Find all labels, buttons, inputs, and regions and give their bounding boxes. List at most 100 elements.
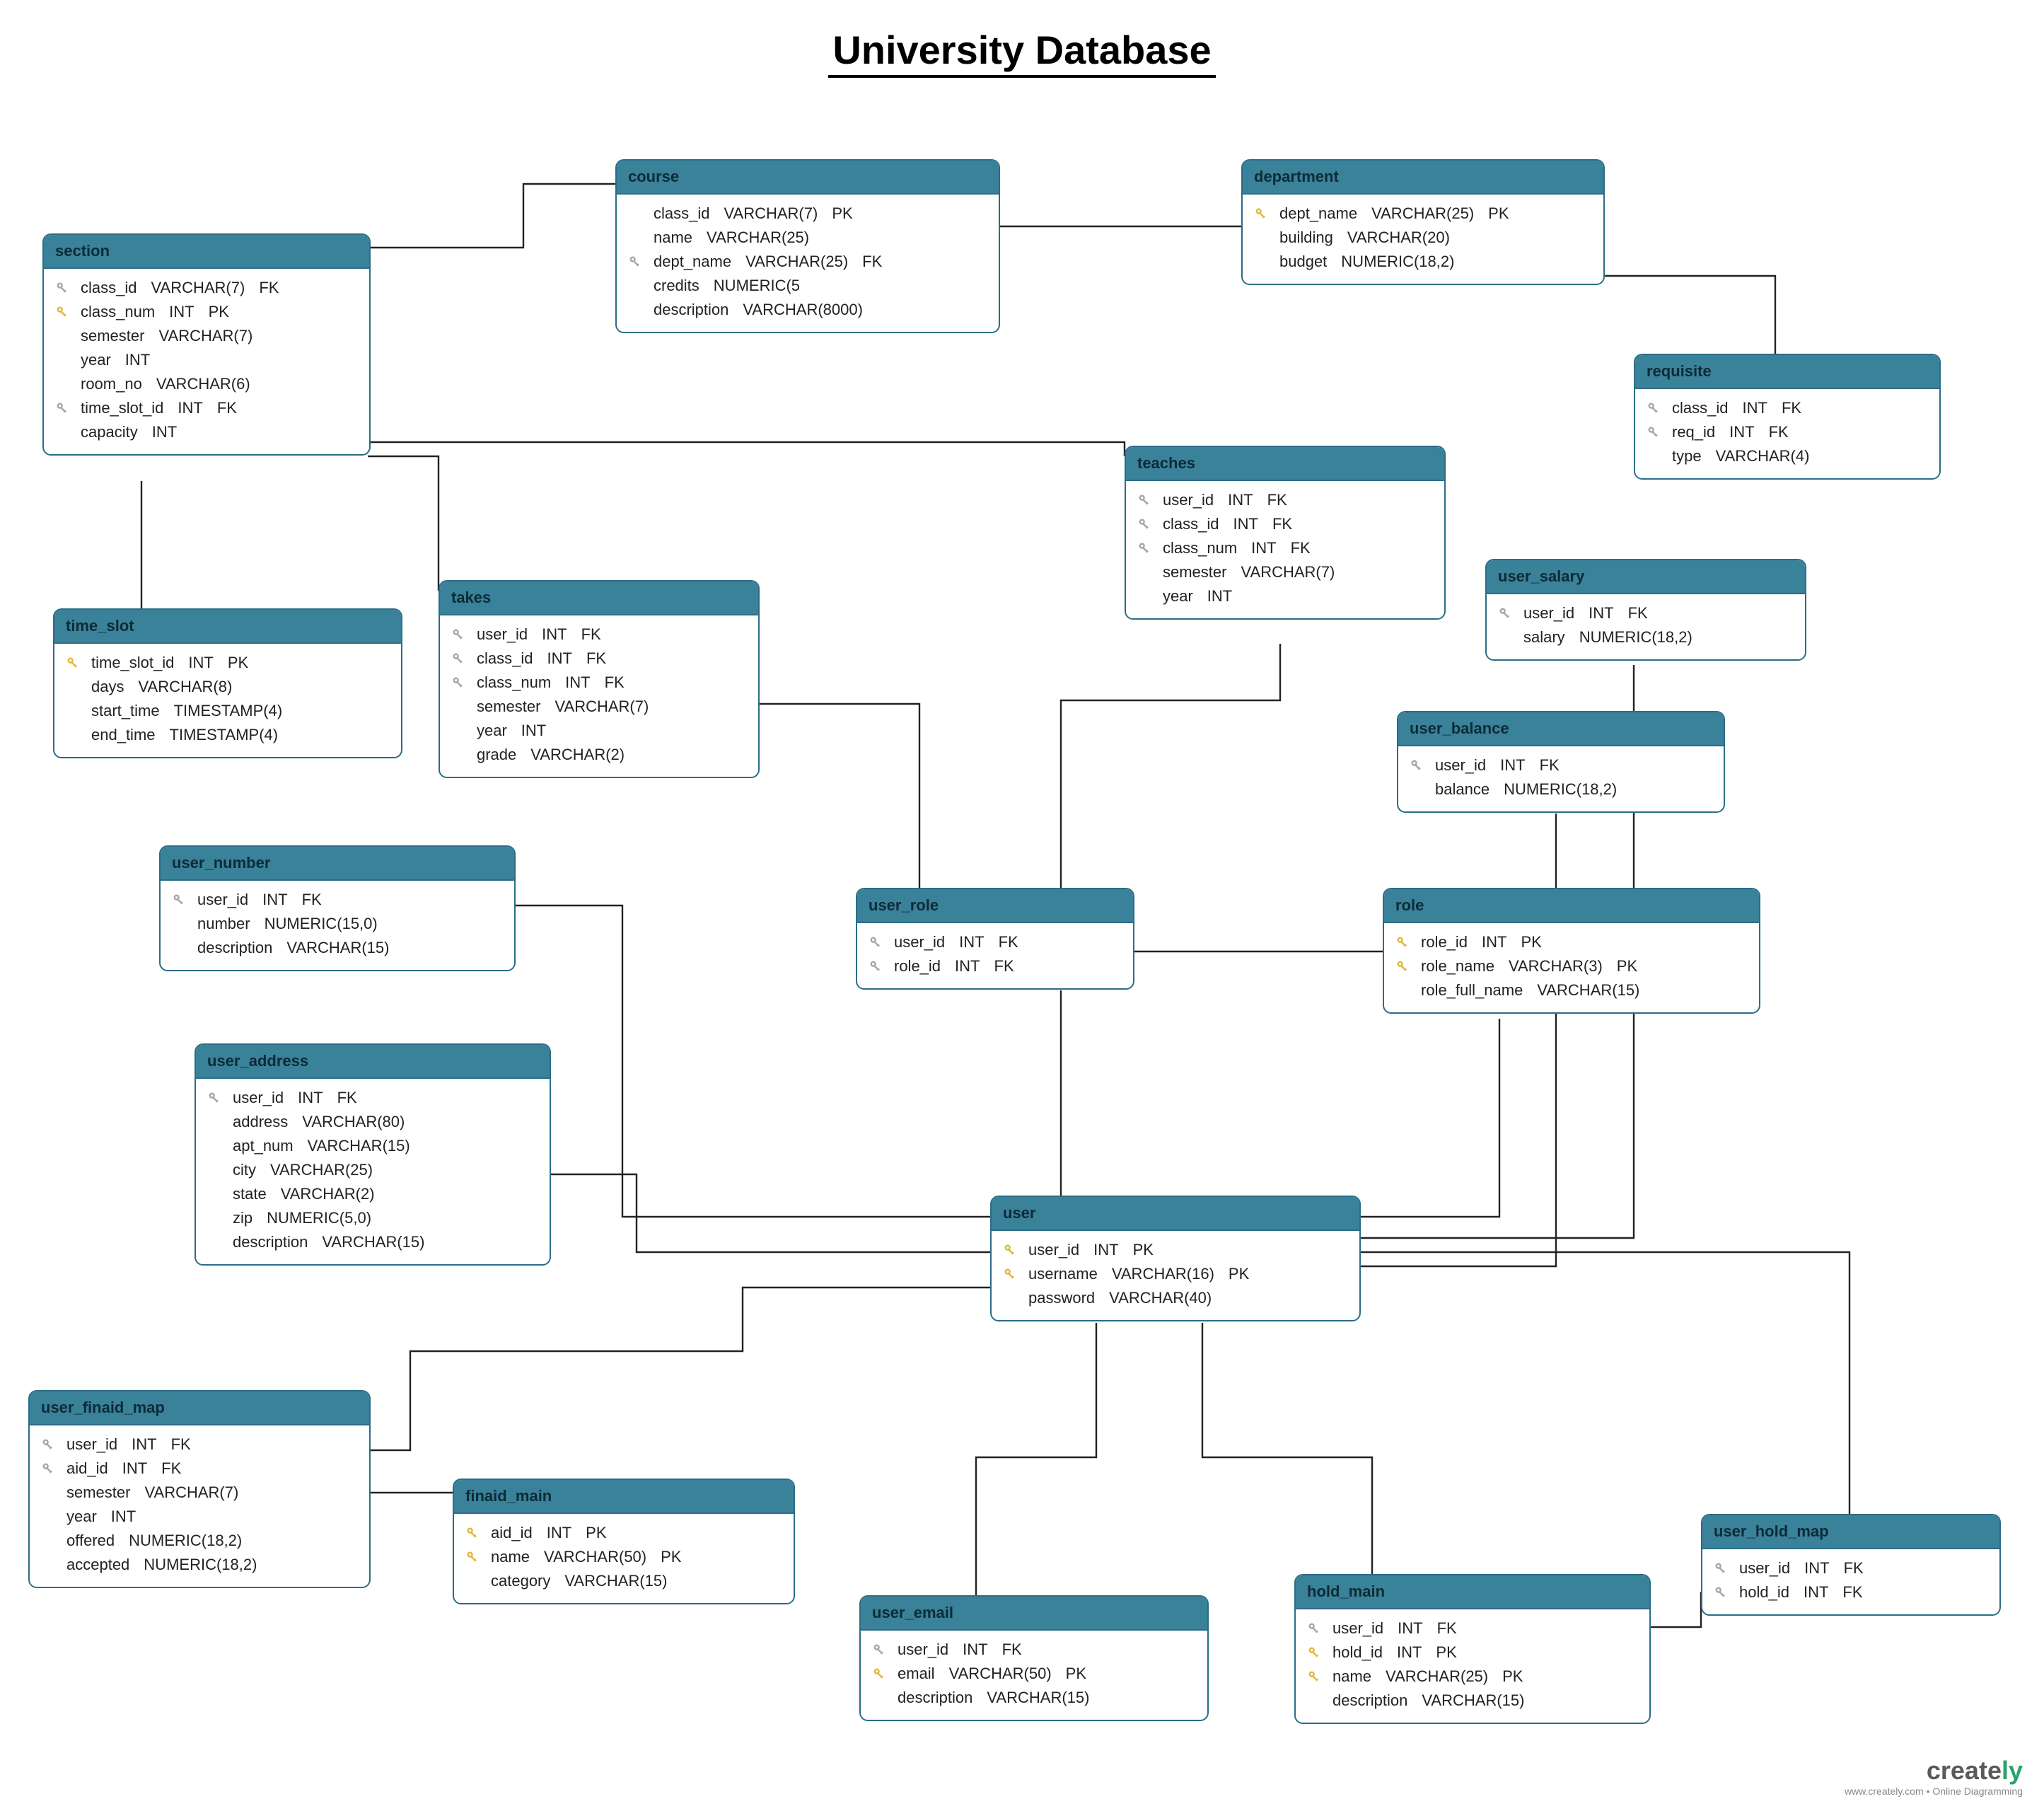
entity-user_salary[interactable]: user_salaryuser_idINTFKsalaryNUMERIC(18,… [1485, 559, 1806, 661]
entity-body: user_idINTFKhold_idINTPKnameVARCHAR(25)P… [1296, 1609, 1649, 1723]
entity-header[interactable]: course [617, 161, 999, 195]
column-name: user_id [233, 1089, 284, 1107]
column-type: VARCHAR(20) [1347, 228, 1450, 247]
entity-header[interactable]: user_number [161, 847, 514, 881]
column-row: zipNUMERIC(5,0) [206, 1206, 540, 1230]
column-type: INT [1233, 515, 1258, 533]
foreign-key-icon [54, 401, 71, 415]
column-row: emailVARCHAR(50)PK [871, 1662, 1197, 1686]
entity-header[interactable]: user_email [861, 1597, 1207, 1631]
column-type: INT [1729, 423, 1754, 441]
entity-finaid_main[interactable]: finaid_mainaid_idINTPKnameVARCHAR(50)PKc… [453, 1479, 795, 1604]
entity-header[interactable]: user_role [857, 889, 1133, 923]
key-icon [465, 1526, 480, 1540]
key-icon [451, 676, 465, 690]
column-type: INT [521, 722, 546, 740]
column-row: time_slot_idINTPK [64, 651, 391, 675]
column-name: building [1279, 228, 1333, 247]
column-name: apt_num [233, 1137, 294, 1155]
entity-header[interactable]: user_finaid_map [30, 1391, 369, 1425]
entity-time_slot[interactable]: time_slottime_slot_idINTPKdaysVARCHAR(8)… [53, 608, 402, 758]
column-name: days [91, 678, 124, 696]
column-name: state [233, 1185, 267, 1203]
foreign-key-icon [867, 959, 884, 973]
entity-header[interactable]: user_hold_map [1702, 1515, 1999, 1549]
column-row: budgetNUMERIC(18,2) [1253, 250, 1593, 274]
column-row: class_idINTFK [450, 647, 748, 671]
key-icon [1714, 1585, 1728, 1599]
entity-header[interactable]: user_salary [1487, 560, 1805, 594]
entity-teaches[interactable]: teachesuser_idINTFKclass_idINTFKclass_nu… [1125, 446, 1446, 620]
connection-line [548, 1174, 990, 1252]
column-type: INT [111, 1508, 136, 1526]
entity-user[interactable]: useruser_idINTPKusernameVARCHAR(16)PKpas… [990, 1196, 1361, 1321]
entity-hold_main[interactable]: hold_mainuser_idINTFKhold_idINTPKnameVAR… [1294, 1574, 1651, 1724]
column-type: VARCHAR(50) [544, 1548, 646, 1566]
entity-header[interactable]: section [44, 235, 369, 269]
connection-line [1602, 276, 1775, 354]
entity-user_email[interactable]: user_emailuser_idINTFKemailVARCHAR(50)PK… [859, 1595, 1209, 1721]
column-type: VARCHAR(7) [144, 1483, 238, 1502]
entity-department[interactable]: department dept_nameVARCHAR(25)PK building… [1241, 159, 1605, 285]
primary-key-icon [54, 305, 71, 319]
column-type: INT [125, 351, 150, 369]
entity-header[interactable]: user_balance [1398, 712, 1724, 746]
column-name: semester [66, 1483, 130, 1502]
column-row: salaryNUMERIC(18,2) [1497, 625, 1795, 649]
entity-section[interactable]: sectionclass_idVARCHAR(7)FKclass_numINTP… [42, 233, 371, 456]
column-flag: FK [1769, 423, 1789, 441]
column-flag: FK [1782, 399, 1801, 417]
entity-header[interactable]: requisite [1635, 355, 1939, 389]
entity-header[interactable]: teaches [1126, 447, 1444, 481]
column-type: INT [542, 625, 567, 644]
entity-user_finaid_map[interactable]: user_finaid_mapuser_idINTFKaid_idINTFKse… [28, 1390, 371, 1588]
entity-role[interactable]: rolerole_idINTPKrole_nameVARCHAR(3)PKrol… [1383, 888, 1760, 1014]
column-flag: FK [259, 279, 279, 297]
key-icon [451, 627, 465, 642]
foreign-key-icon [40, 1462, 57, 1476]
entity-header[interactable]: role [1384, 889, 1759, 923]
entity-header[interactable]: department [1243, 161, 1603, 195]
column-row: user_idINTFK [40, 1433, 359, 1457]
entity-header[interactable]: hold_main [1296, 1575, 1649, 1609]
entity-body: role_idINTPKrole_nameVARCHAR(3)PKrole_fu… [1384, 923, 1759, 1012]
column-name: class_id [1163, 515, 1219, 533]
entity-takes[interactable]: takesuser_idINTFKclass_idINTFKclass_numI… [439, 580, 760, 778]
connection-line [1202, 1323, 1372, 1574]
entity-header[interactable]: user [992, 1197, 1359, 1231]
column-row: user_idINTFK [867, 930, 1123, 954]
entity-header[interactable]: user_address [196, 1045, 550, 1079]
column-row: user_idINTFK [170, 888, 504, 912]
entity-user_role[interactable]: user_roleuser_idINTFKrole_idINTFK [856, 888, 1134, 990]
column-row: typeVARCHAR(4) [1645, 444, 1929, 468]
column-type: VARCHAR(6) [156, 375, 250, 393]
foreign-key-icon [40, 1437, 57, 1452]
entity-header[interactable]: time_slot [54, 610, 401, 644]
column-type: INT [565, 673, 590, 692]
column-type: INT [1093, 1241, 1118, 1259]
column-flag: FK [1291, 539, 1311, 557]
key-icon [41, 1437, 55, 1452]
column-flag: PK [228, 654, 248, 672]
column-type: INT [1742, 399, 1767, 417]
entity-course[interactable]: courseclass_idVARCHAR(7)PKnameVARCHAR(25… [615, 159, 1000, 333]
entity-header[interactable]: finaid_main [454, 1480, 794, 1514]
column-row: class_numINTFK [1136, 536, 1434, 560]
column-type: NUMERIC(5,0) [267, 1209, 371, 1227]
entity-user_hold_map[interactable]: user_hold_mapuser_idINTFKhold_idINTFK [1701, 1514, 2001, 1616]
primary-key-icon [1306, 1645, 1323, 1660]
entity-user_balance[interactable]: user_balanceuser_idINTFKbalanceNUMERIC(1… [1397, 711, 1725, 813]
foreign-key-icon [450, 652, 467, 666]
column-row: semesterVARCHAR(7) [1136, 560, 1434, 584]
column-name: user_id [477, 625, 528, 644]
watermark: creately www.creately.com • Online Diagr… [1845, 1756, 2023, 1797]
column-name: class_id [81, 279, 137, 297]
entity-user_address[interactable]: user_addressuser_idINTFKaddressVARCHAR(8… [194, 1043, 551, 1266]
entity-requisite[interactable]: requisiteclass_idINTFKreq_idINTFKtypeVAR… [1634, 354, 1941, 480]
column-flag: FK [337, 1089, 357, 1107]
entity-header[interactable]: takes [440, 582, 758, 615]
column-name: number [197, 915, 250, 933]
column-row: dept_nameVARCHAR(25)PK [1253, 202, 1593, 226]
column-name: user_id [894, 933, 945, 951]
entity-user_number[interactable]: user_numberuser_idINTFKnumberNUMERIC(15,… [159, 845, 516, 971]
